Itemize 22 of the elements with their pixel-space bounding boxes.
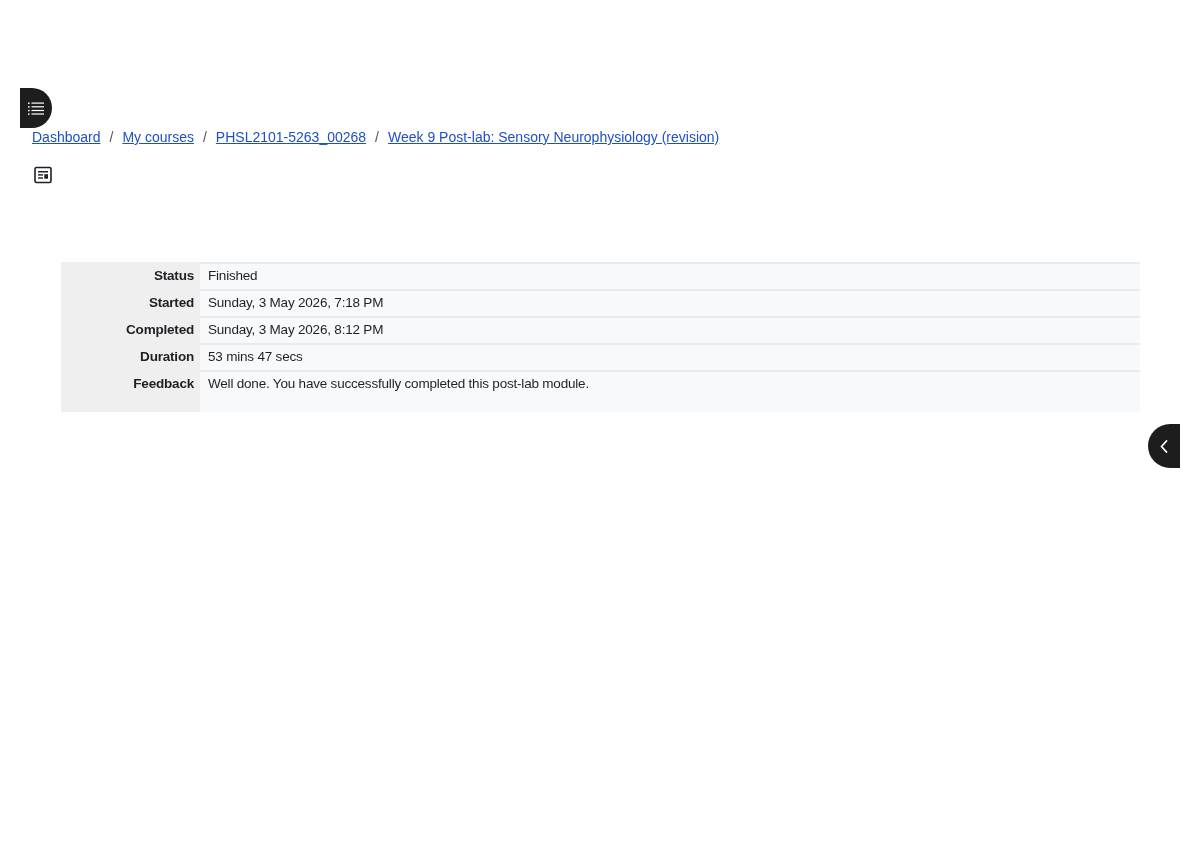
- breadcrumb-link[interactable]: My courses: [122, 127, 194, 147]
- breadcrumb-separator: /: [201, 128, 208, 147]
- row-value: Sunday, 3 May 2026, 7:18 PM: [200, 289, 1140, 316]
- breadcrumb-link[interactable]: Week 9 Post-lab: Sensory Neurophysiology (revision): [388, 127, 720, 147]
- breadcrumb-separator: /: [108, 128, 115, 147]
- drawer-toggle-button[interactable]: [20, 88, 52, 128]
- row-label: Started: [61, 289, 200, 316]
- document-icon: [34, 166, 52, 184]
- chevron-left-icon: [1160, 439, 1168, 453]
- row-value: Sunday, 3 May 2026, 8:12 PM: [200, 316, 1140, 343]
- drawer-toggle-button[interactable]: [1148, 424, 1180, 468]
- row-label: Completed: [61, 316, 200, 343]
- row-label: Feedback: [61, 370, 200, 412]
- breadcrumb-separator: /: [374, 128, 380, 147]
- row-label: Status: [61, 262, 200, 289]
- row-value: Finished: [200, 262, 1140, 289]
- row-value: 53 mins 47 secs: [200, 343, 1140, 370]
- list-icon: [28, 101, 44, 115]
- breadcrumb-link[interactable]: Dashboard: [32, 127, 101, 147]
- row-value: Well done. You have successfully completed this post-lab module.: [200, 370, 1140, 412]
- row-label: Duration: [61, 343, 200, 370]
- breadcrumb-link[interactable]: PHSL2101-5263_00268: [215, 127, 367, 147]
